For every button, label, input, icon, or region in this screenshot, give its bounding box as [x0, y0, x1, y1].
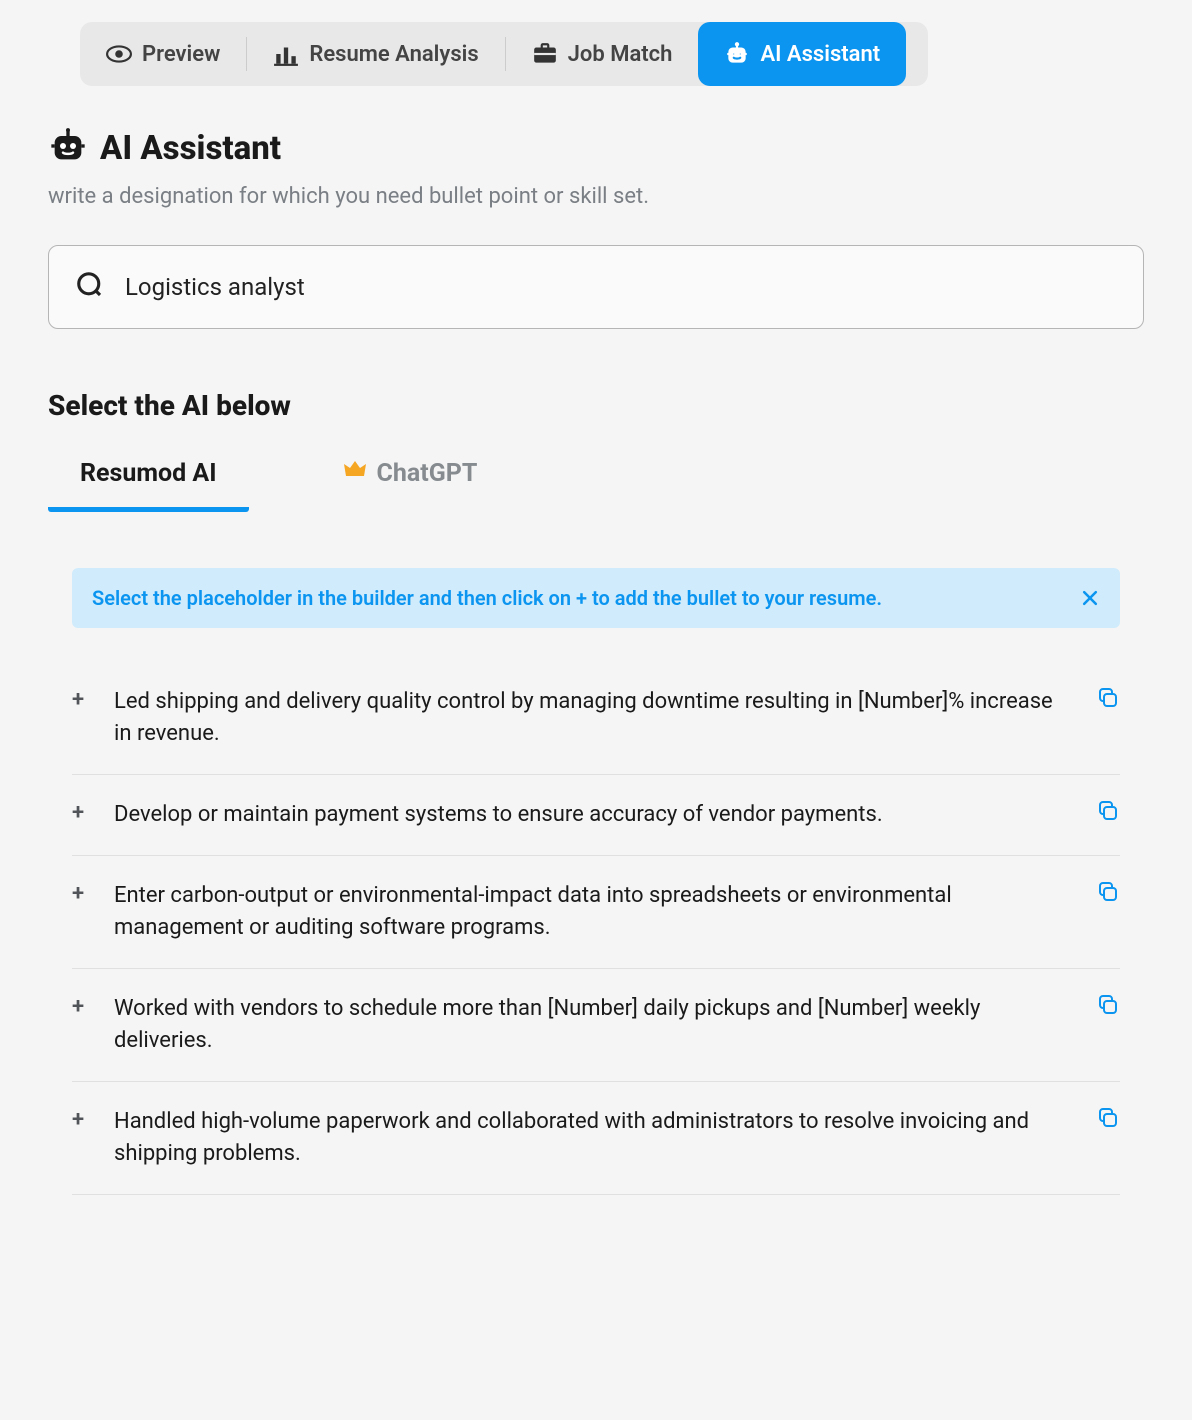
add-bullet-button[interactable]: +	[72, 993, 90, 1021]
tab-label: Resume Analysis	[309, 42, 478, 67]
copy-icon[interactable]	[1096, 1106, 1120, 1130]
copy-icon[interactable]	[1096, 880, 1120, 904]
bullet-row: + Led shipping and delivery quality cont…	[72, 662, 1120, 775]
bullet-row: + Handled high-volume paperwork and coll…	[72, 1082, 1120, 1195]
hint-text: Select the placeholder in the builder an…	[92, 586, 882, 610]
page-header: AI Assistant	[48, 126, 1144, 170]
hint-banner: Select the placeholder in the builder an…	[72, 568, 1120, 628]
search-icon	[75, 270, 105, 304]
main-tab-bar: Preview Resume Analysis Job Match AI Ass…	[80, 22, 928, 86]
ai-tab-label: ChatGPT	[377, 459, 478, 488]
select-ai-title: Select the AI below	[48, 389, 1144, 422]
crown-icon	[343, 458, 367, 489]
tab-label: Job Match	[568, 42, 673, 67]
close-hint-button[interactable]	[1080, 588, 1100, 608]
copy-icon[interactable]	[1096, 799, 1120, 823]
copy-icon[interactable]	[1096, 686, 1120, 710]
tab-job-match[interactable]: Job Match	[506, 22, 699, 86]
bullet-text: Led shipping and delivery quality contro…	[114, 686, 1072, 750]
results-area: Select the placeholder in the builder an…	[48, 568, 1144, 1195]
ai-tab-resumod[interactable]: Resumod AI	[48, 458, 249, 512]
bullet-row: + Worked with vendors to schedule more t…	[72, 969, 1120, 1082]
designation-input[interactable]	[125, 273, 1117, 301]
tab-label: AI Assistant	[760, 42, 880, 67]
bullet-text: Enter carbon-output or environmental-imp…	[114, 880, 1072, 944]
add-bullet-button[interactable]: +	[72, 880, 90, 908]
bullet-text: Handled high-volume paperwork and collab…	[114, 1106, 1072, 1170]
add-bullet-button[interactable]: +	[72, 799, 90, 827]
page-subtitle: write a designation for which you need b…	[48, 184, 1144, 209]
bullet-text: Develop or maintain payment systems to e…	[114, 799, 1072, 831]
page-title: AI Assistant	[100, 129, 281, 168]
robot-icon	[724, 41, 750, 67]
bullet-row: + Enter carbon-output or environmental-i…	[72, 856, 1120, 969]
bullet-row: + Develop or maintain payment systems to…	[72, 775, 1120, 856]
search-container	[48, 245, 1144, 329]
eye-icon	[106, 41, 132, 67]
add-bullet-button[interactable]: +	[72, 1106, 90, 1134]
briefcase-icon	[532, 41, 558, 67]
tab-resume-analysis[interactable]: Resume Analysis	[247, 22, 504, 86]
tab-ai-assistant[interactable]: AI Assistant	[698, 22, 906, 86]
copy-icon[interactable]	[1096, 993, 1120, 1017]
ai-tab-label: Resumod AI	[80, 459, 217, 488]
ai-tab-chatgpt[interactable]: ChatGPT	[311, 458, 510, 512]
add-bullet-button[interactable]: +	[72, 686, 90, 714]
tab-preview[interactable]: Preview	[80, 22, 246, 86]
tab-label: Preview	[142, 42, 220, 67]
bar-chart-icon	[273, 41, 299, 67]
bullet-text: Worked with vendors to schedule more tha…	[114, 993, 1072, 1057]
robot-icon	[48, 126, 88, 170]
ai-tabs: Resumod AI ChatGPT	[48, 458, 1144, 512]
